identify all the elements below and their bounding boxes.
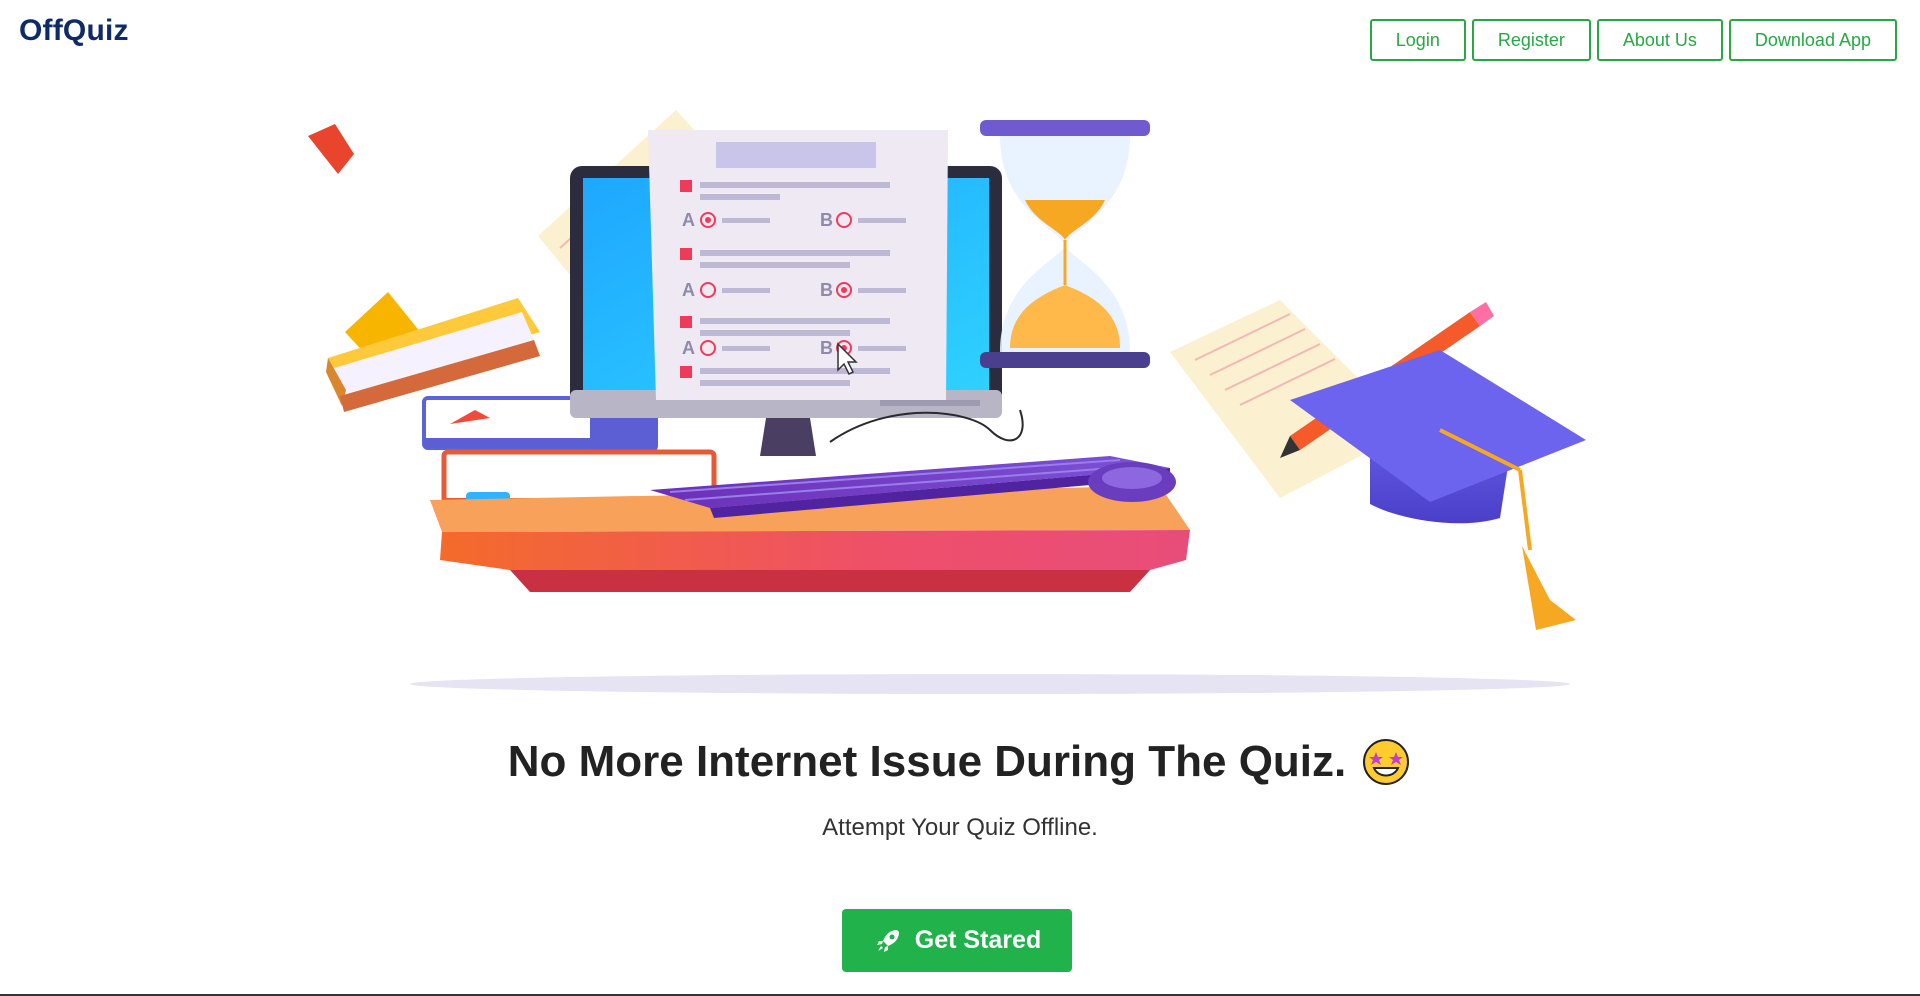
quiz-paper: A B A B A B bbox=[648, 130, 948, 400]
ground-shadow bbox=[410, 674, 1570, 694]
get-started-label: Get Stared bbox=[914, 926, 1042, 954]
brand-logo[interactable]: OffQuiz bbox=[19, 14, 129, 48]
get-started-button[interactable]: Get Stared bbox=[842, 909, 1072, 972]
quiz-option-letter: A bbox=[682, 280, 695, 300]
star-struck-emoji-icon bbox=[1363, 739, 1410, 785]
quiz-option-letter: B bbox=[820, 338, 833, 358]
quiz-option-letter: A bbox=[682, 210, 695, 230]
download-app-button[interactable]: Download App bbox=[1728, 19, 1897, 61]
landing-page: OffQuiz Login Register About Us Download… bbox=[0, 0, 1920, 996]
hero-illustration: A B A B A B bbox=[308, 110, 1586, 694]
graduation-cap-icon bbox=[1290, 350, 1586, 630]
book-stack-left bbox=[326, 298, 540, 412]
hero-headline-text: No More Internet Issue During The Quiz. bbox=[507, 737, 1347, 786]
quiz-option-letter: B bbox=[820, 210, 833, 230]
quiz-option-letter: B bbox=[820, 280, 833, 300]
mouse-device bbox=[1088, 462, 1176, 502]
confetti-red bbox=[308, 124, 354, 174]
register-button[interactable]: Register bbox=[1471, 19, 1591, 61]
quiz-option-letter: A bbox=[682, 338, 695, 358]
hourglass bbox=[980, 120, 1150, 368]
rocket-icon bbox=[876, 929, 899, 952]
about-us-button[interactable]: About Us bbox=[1596, 19, 1723, 61]
hero-headline: No More Internet Issue During The Quiz. bbox=[0, 736, 1920, 788]
login-button[interactable]: Login bbox=[1369, 19, 1466, 61]
top-navigation: Login Register About Us Download App bbox=[1369, 19, 1897, 61]
hero-subheadline: Attempt Your Quiz Offline. bbox=[822, 814, 1098, 841]
